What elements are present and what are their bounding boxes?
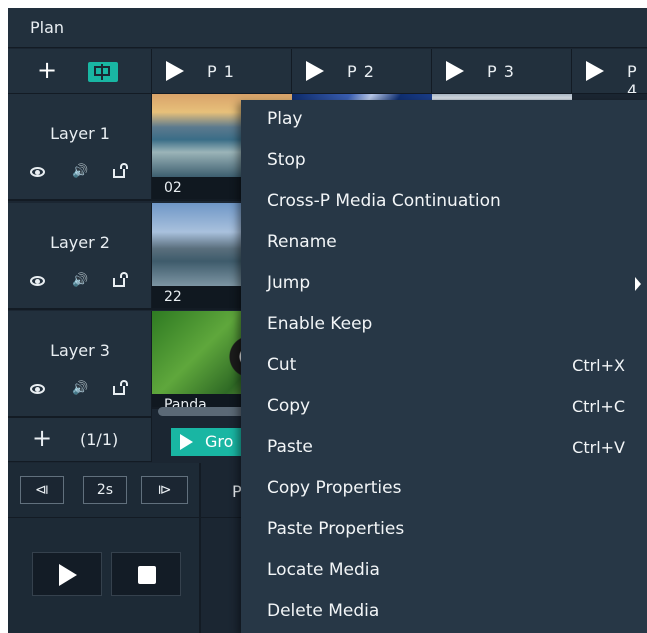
lock-icon[interactable] bbox=[113, 163, 128, 178]
plan-window: Plan + P 1 P 2 P 3 P 4 Layer 1 🔊 Layer 2… bbox=[8, 8, 647, 633]
speaker-icon[interactable]: 🔊 bbox=[72, 273, 88, 288]
menu-item-enable-keep[interactable]: Enable Keep bbox=[241, 305, 647, 346]
layer-row-1[interactable]: Layer 1 🔊 bbox=[8, 94, 152, 201]
eye-icon[interactable] bbox=[30, 384, 45, 394]
page-count: (1/1) bbox=[80, 430, 119, 449]
tab-p4[interactable]: P 4 bbox=[572, 49, 647, 94]
tab-label: P 3 bbox=[487, 62, 515, 81]
menu-item-copy-properties[interactable]: Copy Properties bbox=[241, 469, 647, 510]
speaker-icon[interactable]: 🔊 bbox=[72, 164, 88, 179]
menu-item-shortcut: Ctrl+V bbox=[572, 438, 625, 457]
play-icon bbox=[586, 61, 604, 81]
layer-row-3[interactable]: Layer 3 🔊 bbox=[8, 311, 152, 418]
menu-item-label: Stop bbox=[267, 150, 306, 170]
stop-button[interactable] bbox=[111, 552, 181, 596]
tab-label: P 1 bbox=[207, 62, 235, 81]
menu-item-label: Copy bbox=[267, 396, 311, 416]
divider bbox=[200, 463, 201, 633]
play-icon bbox=[306, 61, 324, 81]
menu-item-cross-p-media-continuation[interactable]: Cross-P Media Continuation bbox=[241, 182, 647, 223]
menu-item-label: Rename bbox=[267, 232, 337, 252]
menu-item-jump[interactable]: Jump bbox=[241, 264, 647, 305]
submenu-arrow-icon bbox=[635, 277, 641, 291]
lock-icon[interactable] bbox=[113, 380, 128, 395]
play-icon bbox=[446, 61, 464, 81]
menu-item-label: Jump bbox=[267, 273, 311, 293]
menu-item-label: Cut bbox=[267, 355, 297, 375]
menu-item-locate-media[interactable]: Locate Media bbox=[241, 551, 647, 592]
layer-row-2[interactable]: Layer 2 🔊 bbox=[8, 203, 152, 310]
menu-item-label: Locate Media bbox=[267, 560, 380, 580]
add-layer-button[interactable]: + bbox=[36, 58, 58, 82]
tab-p3[interactable]: P 3 bbox=[432, 49, 572, 94]
menu-item-copy[interactable]: Copy Ctrl+C bbox=[241, 387, 647, 428]
next-icon[interactable]: ⧐ bbox=[141, 476, 188, 504]
media-caption: 02 bbox=[164, 180, 182, 196]
menu-item-label: Enable Keep bbox=[267, 314, 373, 334]
menu-item-label: Play bbox=[267, 109, 303, 129]
title-bar: Plan bbox=[8, 8, 647, 48]
layer-name: Layer 1 bbox=[50, 124, 110, 143]
horizontal-scrollbar[interactable] bbox=[158, 407, 253, 416]
menu-item-play[interactable]: Play bbox=[241, 100, 647, 141]
menu-item-paste[interactable]: Paste Ctrl+V bbox=[241, 428, 647, 469]
interval-button[interactable]: 2s bbox=[83, 476, 127, 504]
menu-item-label: Delete Media bbox=[267, 601, 380, 621]
menu-item-label: Paste bbox=[267, 437, 313, 457]
previous-icon[interactable]: ⧏ bbox=[20, 476, 64, 504]
page-nav-bar: + (1/1) bbox=[8, 418, 152, 462]
tab-label: P 2 bbox=[347, 62, 375, 81]
group-label: Gro bbox=[205, 432, 234, 451]
eye-icon[interactable] bbox=[30, 167, 45, 177]
media-caption: 22 bbox=[164, 289, 182, 305]
menu-item-delete-media[interactable]: Delete Media bbox=[241, 592, 647, 633]
menu-item-rename[interactable]: Rename bbox=[241, 223, 647, 264]
menu-item-label: Cross-P Media Continuation bbox=[267, 191, 501, 211]
menu-item-stop[interactable]: Stop bbox=[241, 141, 647, 182]
speaker-icon[interactable]: 🔊 bbox=[72, 381, 88, 396]
eye-icon[interactable] bbox=[30, 276, 45, 286]
layer-name: Layer 2 bbox=[50, 233, 110, 252]
tab-p2[interactable]: P 2 bbox=[292, 49, 432, 94]
menu-item-label: Paste Properties bbox=[267, 519, 405, 539]
menu-item-paste-properties[interactable]: Paste Properties bbox=[241, 510, 647, 551]
layer-toolbar: + bbox=[8, 49, 152, 94]
window-title: Plan bbox=[30, 18, 65, 37]
play-button[interactable] bbox=[32, 552, 102, 596]
tab-p1[interactable]: P 1 bbox=[152, 49, 292, 94]
menu-item-cut[interactable]: Cut Ctrl+X bbox=[241, 346, 647, 387]
play-icon bbox=[166, 61, 184, 81]
tab-label: P 4 bbox=[627, 62, 639, 94]
add-page-button[interactable]: + bbox=[32, 426, 52, 450]
play-icon bbox=[180, 434, 193, 450]
context-menu: Play Stop Cross-P Media Continuation Ren… bbox=[241, 100, 647, 633]
layer-name: Layer 3 bbox=[50, 341, 110, 360]
menu-item-label: Copy Properties bbox=[267, 478, 402, 498]
menu-item-shortcut: Ctrl+X bbox=[572, 356, 625, 375]
menu-item-shortcut: Ctrl+C bbox=[571, 397, 625, 416]
split-screen-icon[interactable] bbox=[88, 62, 118, 82]
lock-icon[interactable] bbox=[113, 272, 128, 287]
